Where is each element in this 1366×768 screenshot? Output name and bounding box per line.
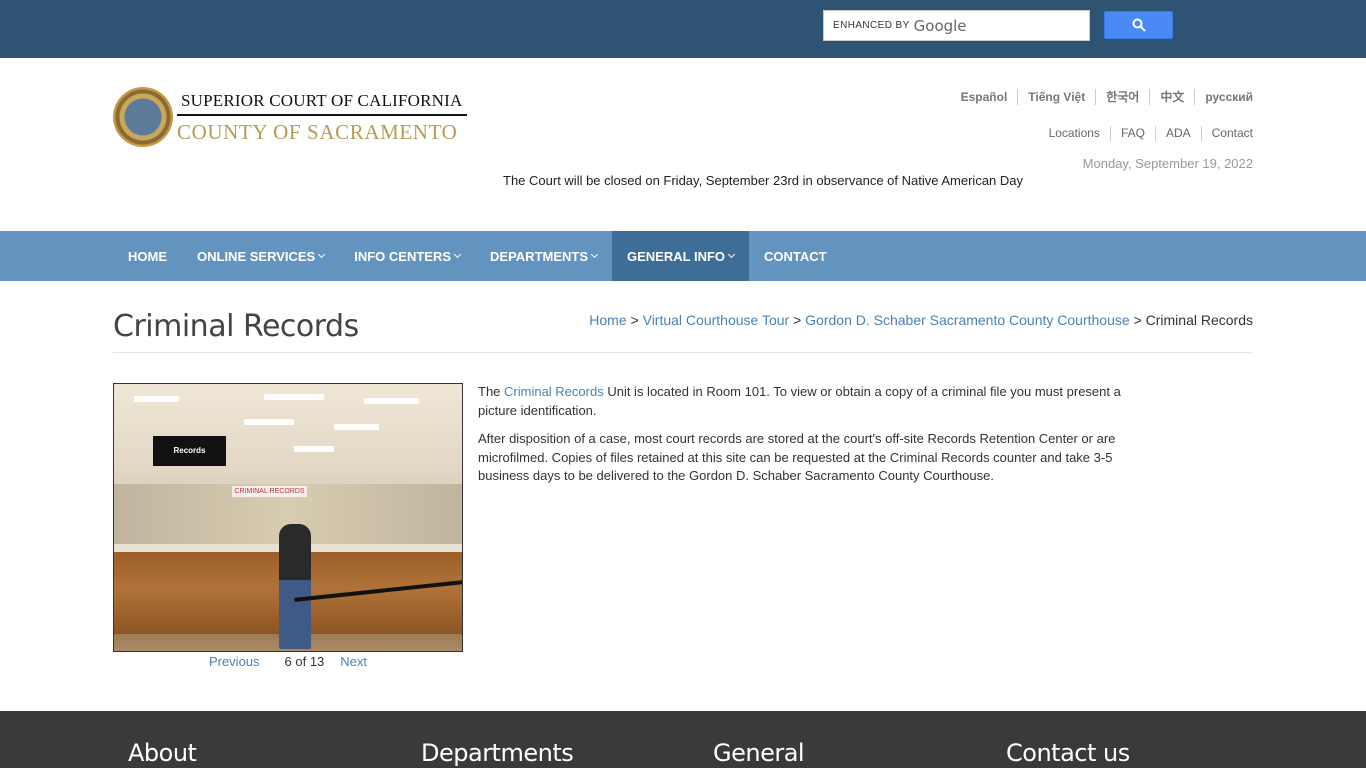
criminal-records-link[interactable]: Criminal Records: [504, 384, 604, 399]
paragraph-records: After disposition of a case, most court …: [478, 431, 1116, 483]
gallery-nav: Previous 6 of 13 Next: [113, 654, 463, 669]
chevron-down-icon: [727, 250, 736, 259]
faq-link[interactable]: FAQ: [1109, 126, 1155, 141]
chevron-down-icon: [318, 250, 326, 259]
breadcrumb: Home > Virtual Courthouse Tour > Gordon …: [589, 312, 1253, 328]
breadcrumb-separator: >: [630, 312, 643, 328]
search-button[interactable]: [1104, 11, 1173, 39]
ada-link[interactable]: ADA: [1154, 126, 1201, 141]
nav-departments[interactable]: DEPARTMENTS: [475, 231, 612, 281]
photo-light: [244, 419, 294, 425]
lang-korean[interactable]: 한국어: [1095, 89, 1149, 105]
gallery-photo: Records CRIMINAL RECORDS: [113, 383, 463, 652]
county-seal-icon: [113, 87, 173, 147]
paragraph-location: The Criminal Records Unit is located in …: [478, 383, 1138, 420]
locations-link[interactable]: Locations: [1039, 126, 1110, 141]
footer-departments-heading: Departments: [421, 739, 574, 767]
photo-light: [294, 446, 334, 452]
closure-notice: The Court will be closed on Friday, Sept…: [503, 173, 1024, 188]
photo-light: [264, 394, 324, 400]
nav-home-label: HOME: [128, 248, 167, 264]
lang-russian[interactable]: русский: [1194, 89, 1253, 105]
previous-link[interactable]: Previous: [209, 654, 260, 669]
main-content: Records CRIMINAL RECORDS Previous 6 of 1…: [0, 353, 1366, 711]
photo-light: [364, 398, 419, 404]
nav-online-services-label: ONLINE SERVICES: [197, 248, 316, 264]
lang-vietnamese[interactable]: Tiếng Việt: [1017, 89, 1095, 105]
breadcrumb-home[interactable]: Home: [589, 312, 626, 328]
search-icon: [1132, 18, 1146, 32]
page-header: Criminal Records Home > Virtual Courthou…: [113, 281, 1253, 353]
text-fragment: The: [478, 384, 505, 399]
photo-light: [334, 424, 379, 430]
chevron-down-icon: [590, 250, 599, 259]
nav-general-info[interactable]: GENERAL INFO: [612, 231, 750, 281]
logo-title: SUPERIOR COURT OF CALIFORNIA: [177, 87, 467, 116]
breadcrumb-separator: >: [1133, 312, 1146, 328]
lang-spanish[interactable]: Español: [951, 89, 1018, 105]
breadcrumb-virtual-tour[interactable]: Virtual Courthouse Tour: [643, 312, 790, 328]
footer-contact-heading: Contact us: [1006, 739, 1130, 767]
breadcrumb-current: Criminal Records: [1145, 312, 1253, 328]
enhanced-by-label: ENHANCED BY: [833, 20, 910, 31]
nav-contact[interactable]: CONTACT: [749, 231, 842, 281]
language-links: Español Tiếng Việt 한국어 中文 русский: [951, 89, 1253, 105]
nav-home[interactable]: HOME: [113, 231, 182, 281]
page-title: Criminal Records: [113, 309, 359, 344]
court-logo[interactable]: SUPERIOR COURT OF CALIFORNIA COUNTY OF S…: [113, 87, 467, 147]
body-text: The Criminal Records Unit is located in …: [478, 383, 1138, 496]
criminal-records-sign: CRIMINAL RECORDS: [232, 486, 307, 497]
breadcrumb-courthouse[interactable]: Gordon D. Schaber Sacramento County Cour…: [805, 312, 1130, 328]
next-link[interactable]: Next: [340, 654, 367, 669]
main-nav: HOME ONLINE SERVICES INFO CENTERS DEPART…: [0, 231, 1366, 281]
nav-info-centers[interactable]: INFO CENTERS: [339, 231, 475, 281]
site-header: SUPERIOR COURT OF CALIFORNIA COUNTY OF S…: [0, 58, 1366, 231]
breadcrumb-separator: >: [793, 312, 806, 328]
gallery-count: 6 of 13: [284, 654, 325, 669]
site-footer: About Departments General Contact us: [0, 711, 1366, 768]
top-bar: ENHANCED BY Google: [0, 0, 1366, 58]
records-sign: Records: [153, 436, 226, 466]
nav-online-services[interactable]: ONLINE SERVICES: [182, 231, 339, 281]
nav-departments-label: DEPARTMENTS: [490, 248, 589, 264]
nav-general-info-label: GENERAL INFO: [627, 248, 726, 264]
nav-info-centers-label: INFO CENTERS: [354, 248, 452, 264]
logo-subtitle: COUNTY OF SACRAMENTO: [177, 120, 458, 144]
contact-link[interactable]: Contact: [1200, 126, 1253, 141]
footer-general-heading: General: [713, 739, 805, 767]
utility-links: Locations FAQ ADA Contact: [1039, 126, 1253, 141]
photo-light: [134, 396, 179, 402]
photo-person: [279, 524, 311, 649]
footer-about-heading: About: [128, 739, 197, 767]
chevron-down-icon: [453, 250, 462, 259]
nav-contact-label: CONTACT: [764, 248, 827, 264]
current-date: Monday, September 19, 2022: [1082, 156, 1253, 171]
google-logo: Google: [913, 16, 967, 35]
search-input[interactable]: ENHANCED BY Google: [823, 10, 1090, 41]
lang-chinese[interactable]: 中文: [1149, 89, 1194, 105]
